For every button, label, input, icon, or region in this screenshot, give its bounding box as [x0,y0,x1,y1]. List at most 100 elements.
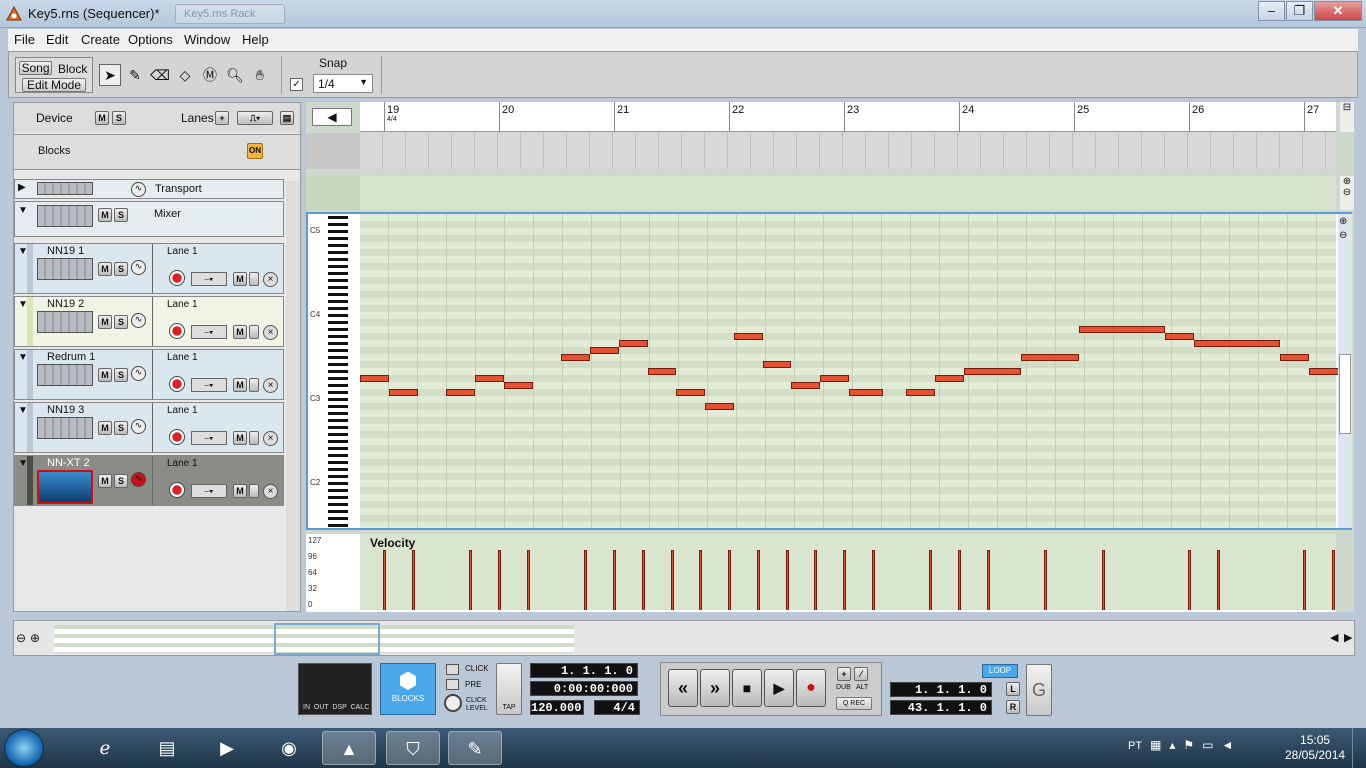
solo-button[interactable]: S [114,315,128,329]
velocity-bar[interactable] [1101,550,1105,610]
media-player-icon[interactable]: ▶ [200,731,254,765]
snap-select[interactable]: 1/4 ▼ [313,74,373,93]
mute-button[interactable]: M [98,368,112,382]
menu-options[interactable]: Options [128,32,173,47]
mute-button[interactable]: M [233,325,247,339]
instrument-track[interactable]: ▼ NN19 3 M S ∿ Lane 1 ⎯▾ M × [14,402,284,453]
start-button-icon[interactable] [4,729,44,767]
midi-note[interactable] [935,375,964,382]
global-mute-button[interactable]: M [95,111,109,125]
velocity-bar[interactable] [1044,550,1048,610]
expand-arrow-icon[interactable]: ▶ [18,182,26,193]
record-enable-icon[interactable] [169,270,185,286]
split-view-icon[interactable]: ⊟ [1340,102,1354,132]
precount-toggle[interactable] [446,679,459,690]
transport-lane-grid[interactable] [360,176,1336,210]
zoom-in-icon[interactable]: ⊕ [30,631,40,645]
automation-icon[interactable]: ∿ [131,182,146,197]
zoom-in-icon[interactable]: ⊕ [1339,216,1347,227]
velocity-bar[interactable] [814,550,818,610]
lane-zoom-icon[interactable]: ⊕ ⊖ [1340,176,1354,210]
maximize-button[interactable]: ❐ [1286,1,1313,21]
hand-tool-icon[interactable]: ✋︎ [249,64,271,86]
automation-icon[interactable]: ∿ [131,366,146,381]
rewind-button[interactable]: « [668,669,698,707]
add-lane-button[interactable]: + [215,111,229,125]
midi-note[interactable] [561,354,590,361]
automation-icon[interactable]: ∿ [131,472,146,487]
midi-note[interactable] [733,333,763,340]
play-button[interactable]: ▶ [764,669,794,707]
midi-note[interactable] [590,347,619,354]
back-arrow-icon[interactable]: ◀ [312,108,352,126]
language-indicator[interactable]: PT [1128,740,1142,752]
midi-note[interactable] [820,375,849,382]
midi-note[interactable] [791,382,820,389]
fast-forward-button[interactable]: » [700,669,730,707]
automation-icon[interactable]: ∿ [131,260,146,275]
velocity-bar[interactable] [843,550,846,610]
velocity-bar[interactable] [756,550,760,610]
delete-lane-icon[interactable]: × [263,431,278,446]
mute-button[interactable]: M [98,315,112,329]
lane-handle[interactable] [249,484,259,498]
edit-mode-button[interactable]: Edit Mode [22,78,86,92]
razor-tool-icon[interactable]: ◇ [174,64,196,86]
velocity-bar[interactable] [469,550,473,610]
collapse-arrow-icon[interactable]: ▼ [18,205,28,216]
instrument-track[interactable]: ▼ Redrum 1 M S ∿ Lane 1 ⎯▾ M × [14,349,284,400]
midi-note[interactable] [1021,354,1079,361]
tray-icons[interactable]: ▦▴⚑▭◄ [1150,738,1241,752]
mute-button[interactable]: M [98,474,112,488]
velocity-bar[interactable] [526,550,530,610]
magnify-tool-icon[interactable]: 🔍︎ [224,64,246,86]
blocks-grid[interactable] [360,133,1336,169]
bar-ruler[interactable]: 19 20 21 22 23 24 25 26 27 4/4 [360,102,1336,132]
lane-select-dropdown[interactable]: ⎯▾ [191,484,227,498]
lane-select-dropdown[interactable]: ⎯▾ [191,325,227,339]
mute-button[interactable]: M [98,262,112,276]
scroll-left-icon[interactable]: ◀ [1330,631,1338,644]
midi-note[interactable] [475,375,504,382]
right-locator-display[interactable]: 43. 1. 1. 0 [890,700,992,715]
pencil-tool-icon[interactable]: ✎ [124,64,146,86]
instrument-track[interactable]: ▼ NN-XT 2 M S ∿ Lane 1 ⎯▾ M × [14,455,284,506]
system-clock[interactable]: 15:05 28/05/2014 [1285,733,1345,763]
velocity-bar[interactable] [383,550,386,610]
left-locator-button[interactable]: L [1006,682,1020,696]
song-mode-button[interactable]: Song [19,61,52,75]
record-enable-icon[interactable] [169,323,185,339]
pencil-icon[interactable]: ⁄ [854,667,868,681]
delete-lane-icon[interactable]: × [263,325,278,340]
piano-keyboard[interactable] [328,216,348,528]
click-level-knob[interactable] [444,694,462,712]
midi-note[interactable] [705,403,734,410]
midi-note[interactable] [647,368,677,375]
right-locator-button[interactable]: R [1006,700,1020,714]
eraser-tool-icon[interactable]: ⌫ [149,64,171,86]
show-desktop-button[interactable] [1352,728,1366,768]
midi-note[interactable] [503,382,533,389]
mute-button[interactable]: M [233,378,247,392]
solo-button[interactable]: S [114,368,128,382]
instrument-track[interactable]: ▼ NN19 2 M S ∿ Lane 1 ⎯▾ M × [14,296,284,347]
scroll-right-icon[interactable]: ▶ [1344,631,1352,644]
menu-create[interactable]: Create [81,32,120,47]
reason-taskbar-icon[interactable]: ▲ [322,731,376,765]
velocity-bar[interactable] [958,550,961,610]
blocks-button[interactable]: ⬢ BLOCKS [380,663,436,715]
velocity-bar[interactable] [728,550,731,610]
velocity-bar[interactable] [986,550,990,610]
piano-roll-scroll[interactable]: ⊕ ⊖ [1338,214,1352,528]
paint-icon[interactable]: ✎ [448,731,502,765]
velocity-grid[interactable] [360,534,1336,610]
vertical-scroll-thumb[interactable] [1339,354,1351,434]
solo-button[interactable]: S [114,474,128,488]
menu-edit[interactable]: Edit [46,32,68,47]
global-solo-button[interactable]: S [112,111,126,125]
mute-tool-icon[interactable]: Ⓜ [199,64,221,86]
lane-handle[interactable] [249,325,259,339]
security-shield-icon[interactable]: ⛉ [386,731,440,765]
lane-handle[interactable] [249,431,259,445]
loop-button[interactable]: LOOP [982,664,1018,678]
